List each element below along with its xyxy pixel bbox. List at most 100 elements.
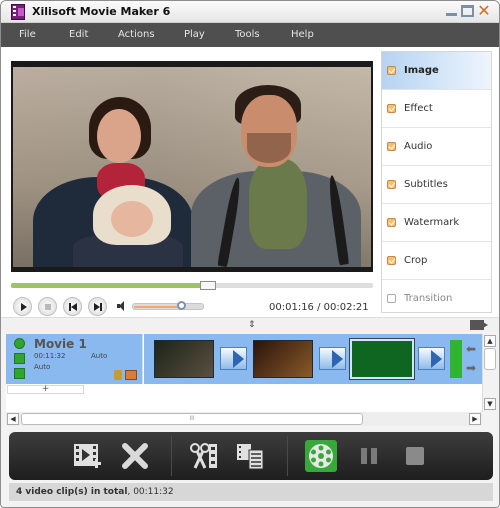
bottom-toolbar	[9, 432, 493, 480]
scroll-down-icon[interactable]: ▼	[484, 398, 496, 410]
toolbar-separator	[287, 436, 288, 476]
option-label: Watermark	[404, 217, 460, 228]
video-figure-baby-face	[111, 201, 153, 237]
movie-title: Movie 1	[34, 337, 87, 351]
option-transition[interactable]: Transition	[382, 280, 491, 318]
option-label: Transition	[404, 293, 453, 304]
add-video-button[interactable]	[71, 440, 103, 472]
title-bar: Xilisoft Movie Maker 6 ✕	[1, 1, 499, 23]
app-window: Xilisoft Movie Maker 6 ✕ File Edit Actio…	[0, 0, 500, 508]
movie-aspect: Auto	[91, 352, 108, 360]
transition-arrow-icon[interactable]	[220, 347, 247, 370]
clip-thumbnail-selected[interactable]	[349, 338, 415, 380]
clip-strip	[144, 334, 462, 384]
menu-tools[interactable]: Tools	[235, 29, 260, 40]
clip-button[interactable]	[187, 440, 219, 472]
volume-slider-thumb[interactable]	[176, 301, 186, 310]
menu-play[interactable]: Play	[184, 29, 205, 40]
transition-arrow-icon[interactable]	[319, 347, 346, 370]
film-reel-icon[interactable]	[14, 338, 25, 349]
video-settings-icon[interactable]	[14, 353, 25, 364]
checkbox-icon[interactable]	[387, 142, 396, 151]
option-watermark[interactable]: Watermark	[382, 204, 491, 242]
volume-slider[interactable]	[132, 301, 204, 310]
app-film-icon	[11, 4, 25, 20]
transition-arrow-icon[interactable]	[418, 347, 445, 370]
export-icon[interactable]	[470, 320, 488, 330]
option-label: Image	[404, 65, 439, 76]
checkbox-icon[interactable]	[387, 218, 396, 227]
option-audio[interactable]: Audio	[382, 128, 491, 166]
video-player[interactable]	[11, 61, 373, 272]
checkbox-icon[interactable]	[387, 66, 396, 75]
clip-nav: ⬅ ➡	[462, 334, 482, 384]
volume-icon[interactable]	[117, 301, 129, 311]
status-text: 4 video clip(s) in total, 00:11:32	[16, 487, 174, 497]
stop-convert-button[interactable]	[399, 440, 431, 472]
bookmark-icon[interactable]	[114, 370, 122, 380]
clip-thumbnail[interactable]	[154, 340, 214, 378]
add-video-icon	[74, 444, 101, 468]
checkbox-icon[interactable]	[387, 104, 396, 113]
video-figure-woman-face	[97, 109, 141, 163]
minimize-button[interactable]	[445, 4, 459, 18]
seek-bar-fill	[11, 283, 207, 288]
filmstrip-icon[interactable]	[125, 370, 137, 380]
movie-duration: 00:11:32	[34, 352, 66, 360]
horizontal-scroll-thumb[interactable]: III	[21, 413, 363, 425]
stop-icon	[39, 298, 56, 315]
checkbox-icon[interactable]	[387, 180, 396, 189]
pause-button[interactable]	[353, 440, 385, 472]
maximize-button[interactable]	[461, 5, 474, 17]
resize-handle-icon[interactable]: ⇕	[248, 320, 256, 330]
main-area: 00:01:16 / 00:02:21 Image Effect Audio S…	[1, 47, 499, 317]
pause-icon	[361, 448, 377, 464]
option-image[interactable]: Image	[382, 52, 491, 90]
stop-icon	[406, 447, 424, 465]
stop-button[interactable]	[38, 297, 57, 316]
vertical-scroll-thumb[interactable]	[484, 348, 496, 370]
option-effect[interactable]: Effect	[382, 90, 491, 128]
skip-back-icon	[64, 298, 81, 315]
scroll-up-icon[interactable]: ▲	[484, 335, 496, 347]
play-button[interactable]	[13, 297, 32, 316]
track-color-icon[interactable]	[14, 368, 25, 379]
clip-thumbnail-partial[interactable]	[450, 340, 462, 378]
movie-quality: Auto	[34, 363, 51, 371]
seek-bar-thumb[interactable]	[200, 281, 217, 290]
panel-splitter[interactable]: ⇕	[1, 317, 499, 332]
option-crop[interactable]: Crop	[382, 242, 491, 280]
timeline: Movie 1 00:11:32 Auto Auto + ⬅ ➡	[6, 334, 482, 412]
menu-edit[interactable]: Edit	[69, 29, 88, 40]
seek-bar[interactable]	[11, 281, 373, 290]
vertical-scrollbar[interactable]: ▲ ▼	[482, 334, 496, 412]
option-subtitles[interactable]: Subtitles	[382, 166, 491, 204]
merge-button[interactable]	[235, 440, 267, 472]
option-label: Audio	[404, 141, 433, 152]
checkbox-icon[interactable]	[387, 256, 396, 265]
remove-button[interactable]	[119, 440, 151, 472]
close-button[interactable]: ✕	[477, 3, 491, 19]
add-track-button[interactable]: +	[7, 385, 84, 394]
horizontal-scrollbar[interactable]: ◀ III ▶	[6, 412, 482, 426]
status-bar: 4 video clip(s) in total, 00:11:32	[9, 483, 493, 501]
menu-actions[interactable]: Actions	[118, 29, 155, 40]
checkbox-icon[interactable]	[387, 294, 396, 303]
arrow-left-icon[interactable]: ⬅	[466, 342, 476, 356]
previous-button[interactable]	[63, 297, 82, 316]
movie-track-header[interactable]: Movie 1 00:11:32 Auto Auto	[6, 334, 143, 384]
arrow-right-icon[interactable]: ➡	[466, 361, 476, 375]
menu-help[interactable]: Help	[291, 29, 314, 40]
scroll-right-icon[interactable]: ▶	[469, 413, 481, 425]
convert-button[interactable]	[305, 440, 337, 472]
clip-thumbnail[interactable]	[253, 340, 313, 378]
next-button[interactable]	[88, 297, 107, 316]
edit-options-panel: Image Effect Audio Subtitles Watermark C…	[381, 51, 492, 313]
play-icon	[14, 298, 31, 315]
video-frame	[13, 67, 371, 267]
status-summary: 4 video clip(s) in total	[16, 487, 128, 497]
option-label: Effect	[404, 103, 433, 114]
menu-file[interactable]: File	[19, 29, 36, 40]
option-label: Crop	[404, 255, 428, 266]
scroll-left-icon[interactable]: ◀	[7, 413, 19, 425]
